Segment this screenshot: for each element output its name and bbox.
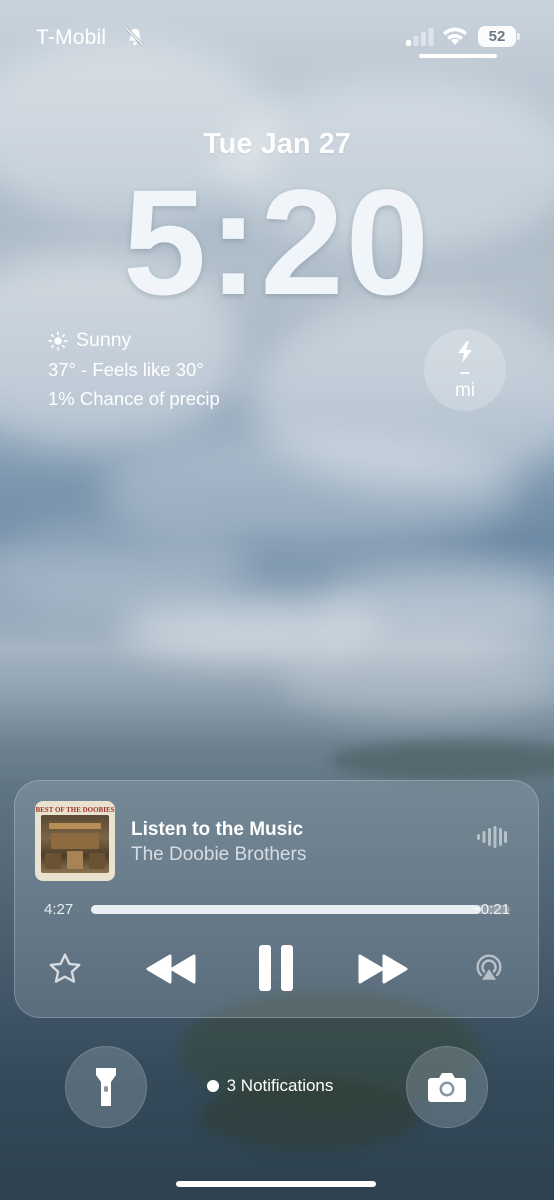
weather-precip: 1% Chance of precip xyxy=(48,388,220,409)
bolt-icon xyxy=(458,341,472,363)
wifi-icon xyxy=(443,27,467,45)
now-playing-widget[interactable]: BEST OF THE DOOBIES Listen to the Music … xyxy=(14,780,539,1018)
airplay-button[interactable] xyxy=(471,949,507,985)
elapsed-time: 4:27 xyxy=(44,901,74,918)
weather-condition: Sunny xyxy=(76,329,132,351)
status-underline xyxy=(419,54,497,58)
lock-date[interactable]: Tue Jan 27 xyxy=(0,128,554,161)
album-art-text: BEST OF THE DOOBIES xyxy=(35,806,115,814)
fast-forward-button[interactable] xyxy=(355,947,411,991)
distance-unit: mi xyxy=(454,380,476,401)
pause-icon xyxy=(259,945,293,991)
camera-icon xyxy=(428,1073,466,1102)
distance-value: – xyxy=(459,362,470,382)
album-artwork[interactable]: BEST OF THE DOOBIES xyxy=(35,801,115,881)
bell-slash-icon xyxy=(125,27,145,47)
battery-level: 52 xyxy=(488,28,506,45)
airplay-icon xyxy=(476,954,502,980)
progress-slider[interactable] xyxy=(91,905,510,914)
favorite-button[interactable] xyxy=(45,949,85,989)
home-indicator[interactable] xyxy=(176,1181,376,1187)
lock-time: 5:20 xyxy=(122,158,432,326)
notification-dot xyxy=(206,1080,219,1092)
remaining-time: −0:21 xyxy=(472,901,510,918)
notifications-label: 3 Notifications xyxy=(226,1076,334,1095)
rewind-button[interactable] xyxy=(143,947,199,991)
waveform-icon xyxy=(477,826,507,848)
distance-widget[interactable]: – mi xyxy=(424,329,506,411)
carrier-label: T-Mobil xyxy=(36,26,107,49)
pause-button[interactable] xyxy=(253,941,299,995)
sun-icon xyxy=(48,330,68,351)
fast-forward-icon xyxy=(358,954,408,984)
star-icon xyxy=(49,953,81,983)
status-bar: T-Mobil 52 xyxy=(0,0,554,60)
track-artist: The Doobie Brothers xyxy=(131,844,307,865)
track-title: Listen to the Music xyxy=(131,819,304,840)
weather-temperature: 37° - Feels like 30° xyxy=(48,359,204,380)
signal-icon xyxy=(406,28,434,46)
album-art-image xyxy=(41,815,109,873)
rewind-icon xyxy=(146,954,196,984)
battery-nub xyxy=(517,33,520,40)
camera-button[interactable] xyxy=(406,1046,488,1128)
weather-widget[interactable]: Sunny 37° - Feels like 30° 1% Chance of … xyxy=(48,326,220,413)
battery-icon: 52 xyxy=(478,26,516,47)
progress-fill xyxy=(91,905,481,914)
